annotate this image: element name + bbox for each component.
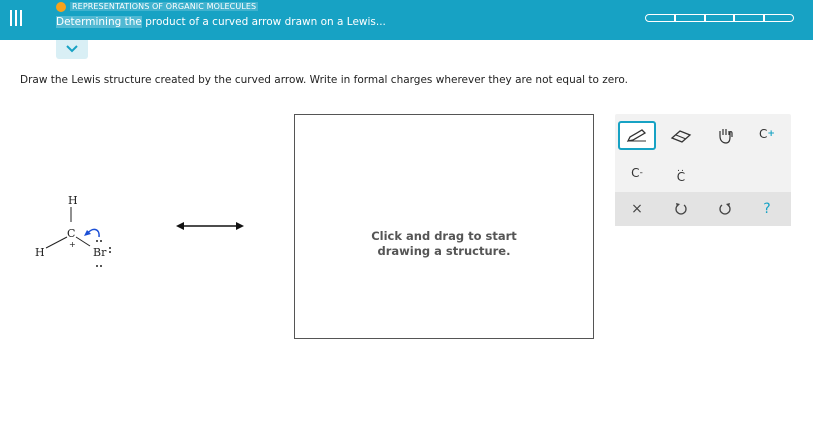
atom-carbon: C [67, 227, 75, 240]
atom-bromine: Br [93, 246, 107, 259]
undo-button[interactable] [662, 198, 700, 220]
progress-segment [704, 14, 735, 22]
menu-icon[interactable] [9, 9, 23, 27]
progress-segment [645, 14, 675, 22]
topic-status-icon [56, 2, 66, 12]
page-title: Determining the product of a curved arro… [56, 16, 386, 28]
top-banner: REPRESENTATIONS OF ORGANIC MOLECULES Det… [0, 0, 813, 40]
help-icon: ? [763, 201, 771, 217]
bond-c-br [75, 236, 91, 247]
eraser-icon [670, 130, 692, 143]
minus-sign: - [639, 168, 643, 178]
progress-bar [645, 14, 794, 22]
pencil-tool-button[interactable] [618, 121, 656, 150]
drawing-hint-line2: drawing a structure. [377, 244, 511, 258]
structure-drawing-canvas[interactable]: Click and drag to start drawing a struct… [294, 114, 594, 339]
double-headed-arrow [176, 222, 244, 230]
charge-atom-c-neg: C [631, 166, 640, 180]
positive-charge-button[interactable]: C + [748, 119, 786, 149]
lone-pair-atom-c: C [676, 170, 686, 184]
hand-icon [719, 129, 733, 144]
redo-icon [719, 203, 731, 215]
redo-button[interactable] [706, 198, 744, 220]
help-button[interactable]: ? [748, 198, 786, 220]
topic-label: REPRESENTATIONS OF ORGANIC MOLECULES [70, 2, 259, 11]
chevron-down-icon [66, 45, 78, 53]
progress-segment [734, 14, 765, 22]
title-highlight: Determining the [56, 16, 142, 28]
atom-h-top: H [68, 194, 78, 207]
close-icon: × [631, 201, 643, 217]
question-instructions: Draw the Lewis structure created by the … [20, 74, 628, 86]
title-rest: product of a curved arrow drawn on a Lew… [141, 16, 386, 28]
progress-segment [764, 14, 794, 22]
drawing-hint-line1: Click and drag to start [371, 229, 517, 243]
drawing-toolbar: C + C- .. C × ? [615, 114, 791, 226]
lone-pair-button[interactable]: .. C [662, 158, 700, 188]
eraser-tool-button[interactable] [662, 121, 700, 151]
reactant-lewis-structure: H C + H Br [35, 194, 111, 267]
formal-charge-plus: + [69, 240, 76, 249]
move-tool-button[interactable] [706, 121, 744, 151]
action-bar: × ? [615, 192, 791, 226]
pencil-icon [626, 128, 647, 142]
negative-charge-button[interactable]: C- [618, 158, 656, 188]
plus-sign: + [767, 129, 775, 139]
atom-h-left: H [35, 246, 45, 259]
drawing-hint: Click and drag to start drawing a struct… [295, 229, 593, 259]
progress-segment [674, 14, 705, 22]
clear-button[interactable]: × [618, 198, 656, 220]
bond-c-h-left [45, 236, 68, 249]
undo-icon [675, 203, 687, 215]
charge-atom-c: C [759, 127, 768, 141]
expand-toggle-button[interactable] [56, 40, 88, 59]
